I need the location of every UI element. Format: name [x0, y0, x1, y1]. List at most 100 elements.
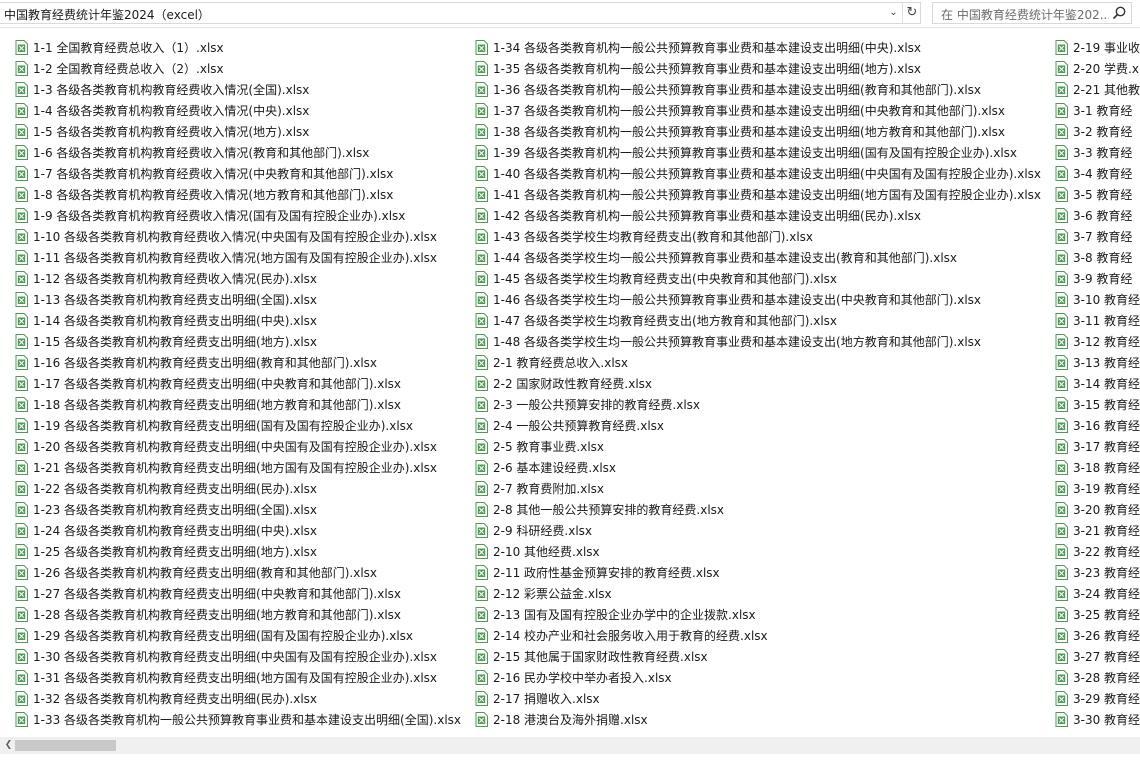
file-item[interactable]: 1-12 各级各类教育机构教育经费收入情况(民办).xlsx [15, 268, 461, 289]
file-item[interactable]: 2-3 一般公共预算安排的教育经费.xlsx [475, 394, 1041, 415]
file-item[interactable]: 1-7 各级各类教育机构教育经费收入情况(中央教育和其他部门).xlsx [15, 163, 461, 184]
file-item[interactable]: 1-40 各级各类教育机构一般公共预算教育事业费和基本建设支出明细(中央国有及国… [475, 163, 1041, 184]
file-item[interactable]: 1-23 各级各类教育机构教育经费支出明细(全国).xlsx [15, 499, 461, 520]
file-item[interactable]: 2-15 其他属于国家财政性教育经费.xlsx [475, 646, 1041, 667]
file-item[interactable]: 3-10 教育经 [1055, 289, 1140, 310]
search-input[interactable]: 在 中国教育经费统计年鉴202... [941, 6, 1109, 23]
file-item[interactable]: 1-46 各级各类学校生均一般公共预算教育事业费和基本建设支出(中央教育和其他部… [475, 289, 1041, 310]
file-item[interactable]: 3-25 教育经 [1055, 604, 1140, 625]
file-item[interactable]: 2-18 港澳台及海外捐赠.xlsx [475, 709, 1041, 730]
file-item[interactable]: 1-33 各级各类教育机构一般公共预算教育事业费和基本建设支出明细(全国).xl… [15, 709, 461, 730]
file-item[interactable]: 3-2 教育经 [1055, 121, 1140, 142]
file-item[interactable]: 3-21 教育经 [1055, 520, 1140, 541]
file-item[interactable]: 2-14 校办产业和社会服务收入用于教育的经费.xlsx [475, 625, 1041, 646]
file-item[interactable]: 1-14 各级各类教育机构教育经费支出明细(中央).xlsx [15, 310, 461, 331]
file-item[interactable]: 3-5 教育经 [1055, 184, 1140, 205]
file-item[interactable]: 2-12 彩票公益金.xlsx [475, 583, 1041, 604]
file-item[interactable]: 1-41 各级各类教育机构一般公共预算教育事业费和基本建设支出明细(地方国有及国… [475, 184, 1041, 205]
file-item[interactable]: 1-27 各级各类教育机构教育经费支出明细(中央教育和其他部门).xlsx [15, 583, 461, 604]
file-item[interactable]: 3-16 教育经 [1055, 415, 1140, 436]
scrollbar-thumb[interactable] [15, 740, 116, 751]
file-item[interactable]: 1-25 各级各类教育机构教育经费支出明细(地方).xlsx [15, 541, 461, 562]
search-icon[interactable] [1111, 5, 1127, 21]
file-item[interactable]: 3-28 教育经 [1055, 667, 1140, 688]
file-item[interactable]: 2-10 其他经费.xlsx [475, 541, 1041, 562]
file-item[interactable]: 2-11 政府性基金预算安排的教育经费.xlsx [475, 562, 1041, 583]
file-item[interactable]: 1-17 各级各类教育机构教育经费支出明细(中央教育和其他部门).xlsx [15, 373, 461, 394]
file-item[interactable]: 1-48 各级各类学校生均一般公共预算教育事业费和基本建设支出(地方教育和其他部… [475, 331, 1041, 352]
file-item[interactable]: 1-8 各级各类教育机构教育经费收入情况(地方教育和其他部门).xlsx [15, 184, 461, 205]
file-item[interactable]: 2-4 一般公共预算教育经费.xlsx [475, 415, 1041, 436]
file-item[interactable]: 1-19 各级各类教育机构教育经费支出明细(国有及国有控股企业办).xlsx [15, 415, 461, 436]
file-item[interactable]: 1-36 各级各类教育机构一般公共预算教育事业费和基本建设支出明细(教育和其他部… [475, 79, 1041, 100]
file-item[interactable]: 2-5 教育事业费.xlsx [475, 436, 1041, 457]
file-item[interactable]: 1-43 各级各类学校生均教育经费支出(教育和其他部门).xlsx [475, 226, 1041, 247]
file-item[interactable]: 2-13 国有及国有控股企业办学中的企业拨款.xlsx [475, 604, 1041, 625]
file-item[interactable]: 3-14 教育经 [1055, 373, 1140, 394]
file-item[interactable]: 3-23 教育经 [1055, 562, 1140, 583]
file-item[interactable]: 1-18 各级各类教育机构教育经费支出明细(地方教育和其他部门).xlsx [15, 394, 461, 415]
file-item[interactable]: 1-4 各级各类教育机构教育经费收入情况(中央).xlsx [15, 100, 461, 121]
file-item[interactable]: 1-6 各级各类教育机构教育经费收入情况(教育和其他部门).xlsx [15, 142, 461, 163]
file-item[interactable]: 3-9 教育经 [1055, 268, 1140, 289]
file-item[interactable]: 1-3 各级各类教育机构教育经费收入情况(全国).xlsx [15, 79, 461, 100]
file-item[interactable]: 1-10 各级各类教育机构教育经费收入情况(中央国有及国有控股企业办).xlsx [15, 226, 461, 247]
file-item[interactable]: 3-26 教育经 [1055, 625, 1140, 646]
file-item[interactable]: 1-9 各级各类教育机构教育经费收入情况(国有及国有控股企业办).xlsx [15, 205, 461, 226]
file-item[interactable]: 3-7 教育经 [1055, 226, 1140, 247]
file-item[interactable]: 1-15 各级各类教育机构教育经费支出明细(地方).xlsx [15, 331, 461, 352]
file-item[interactable]: 1-2 全国教育经费总收入（2）.xlsx [15, 58, 461, 79]
file-item[interactable]: 3-20 教育经 [1055, 499, 1140, 520]
file-item[interactable]: 3-8 教育经 [1055, 247, 1140, 268]
file-item[interactable]: 2-9 科研经费.xlsx [475, 520, 1041, 541]
file-item[interactable]: 1-21 各级各类教育机构教育经费支出明细(地方国有及国有控股企业办).xlsx [15, 457, 461, 478]
address-field[interactable]: 中国教育经费统计年鉴2024（excel） ⌄ ↻ [0, 2, 921, 24]
file-item[interactable]: 3-1 教育经 [1055, 100, 1140, 121]
file-item[interactable]: 1-45 各级各类学校生均教育经费支出(中央教育和其他部门).xlsx [475, 268, 1041, 289]
file-item[interactable]: 2-1 教育经费总收入.xlsx [475, 352, 1041, 373]
file-item[interactable]: 3-3 教育经 [1055, 142, 1140, 163]
file-item[interactable]: 2-16 民办学校中举办者投入.xlsx [475, 667, 1041, 688]
file-item[interactable]: 3-30 教育经 [1055, 709, 1140, 730]
file-item[interactable]: 1-20 各级各类教育机构教育经费支出明细(中央国有及国有控股企业办).xlsx [15, 436, 461, 457]
chevron-down-icon[interactable]: ⌄ [885, 3, 902, 23]
file-item[interactable]: 3-11 教育经 [1055, 310, 1140, 331]
file-item[interactable]: 2-17 捐赠收入.xlsx [475, 688, 1041, 709]
file-item[interactable]: 2-19 事业收 [1055, 37, 1140, 58]
file-item[interactable]: 1-24 各级各类教育机构教育经费支出明细(中央).xlsx [15, 520, 461, 541]
file-item[interactable]: 3-4 教育经 [1055, 163, 1140, 184]
file-item[interactable]: 1-32 各级各类教育机构教育经费支出明细(民办).xlsx [15, 688, 461, 709]
file-item[interactable]: 3-17 教育经 [1055, 436, 1140, 457]
file-item[interactable]: 3-22 教育经 [1055, 541, 1140, 562]
file-item[interactable]: 2-8 其他一般公共预算安排的教育经费.xlsx [475, 499, 1041, 520]
file-item[interactable]: 3-12 教育经 [1055, 331, 1140, 352]
file-item[interactable]: 1-30 各级各类教育机构教育经费支出明细(中央国有及国有控股企业办).xlsx [15, 646, 461, 667]
file-item[interactable]: 3-15 教育经 [1055, 394, 1140, 415]
file-item[interactable]: 1-5 各级各类教育机构教育经费收入情况(地方).xlsx [15, 121, 461, 142]
search-box[interactable]: 在 中国教育经费统计年鉴202... [932, 2, 1132, 24]
file-item[interactable]: 2-6 基本建设经费.xlsx [475, 457, 1041, 478]
file-item[interactable]: 1-42 各级各类教育机构一般公共预算教育事业费和基本建设支出明细(民办).xl… [475, 205, 1041, 226]
file-item[interactable]: 1-16 各级各类教育机构教育经费支出明细(教育和其他部门).xlsx [15, 352, 461, 373]
file-item[interactable]: 2-7 教育费附加.xlsx [475, 478, 1041, 499]
file-item[interactable]: 1-1 全国教育经费总收入（1）.xlsx [15, 37, 461, 58]
file-item[interactable]: 2-2 国家财政性教育经费.xlsx [475, 373, 1041, 394]
file-item[interactable]: 3-27 教育经 [1055, 646, 1140, 667]
file-item[interactable]: 1-22 各级各类教育机构教育经费支出明细(民办).xlsx [15, 478, 461, 499]
file-item[interactable]: 1-34 各级各类教育机构一般公共预算教育事业费和基本建设支出明细(中央).xl… [475, 37, 1041, 58]
file-item[interactable]: 3-24 教育经 [1055, 583, 1140, 604]
file-item[interactable]: 1-31 各级各类教育机构教育经费支出明细(地方国有及国有控股企业办).xlsx [15, 667, 461, 688]
file-item[interactable]: 1-29 各级各类教育机构教育经费支出明细(国有及国有控股企业办).xlsx [15, 625, 461, 646]
file-item[interactable]: 1-47 各级各类学校生均教育经费支出(地方教育和其他部门).xlsx [475, 310, 1041, 331]
file-item[interactable]: 2-20 学费.xl [1055, 58, 1140, 79]
file-item[interactable]: 1-37 各级各类教育机构一般公共预算教育事业费和基本建设支出明细(中央教育和其… [475, 100, 1041, 121]
file-item[interactable]: 1-35 各级各类教育机构一般公共预算教育事业费和基本建设支出明细(地方).xl… [475, 58, 1041, 79]
file-item[interactable]: 1-11 各级各类教育机构教育经费收入情况(地方国有及国有控股企业办).xlsx [15, 247, 461, 268]
file-item[interactable]: 3-18 教育经 [1055, 457, 1140, 478]
file-item[interactable]: 3-6 教育经 [1055, 205, 1140, 226]
file-item[interactable]: 1-38 各级各类教育机构一般公共预算教育事业费和基本建设支出明细(地方教育和其… [475, 121, 1041, 142]
file-item[interactable]: 1-26 各级各类教育机构教育经费支出明细(教育和其他部门).xlsx [15, 562, 461, 583]
file-item[interactable]: 3-29 教育经 [1055, 688, 1140, 709]
horizontal-scrollbar[interactable]: ❮ [0, 737, 1140, 754]
file-item[interactable]: 2-21 其他教 [1055, 79, 1140, 100]
